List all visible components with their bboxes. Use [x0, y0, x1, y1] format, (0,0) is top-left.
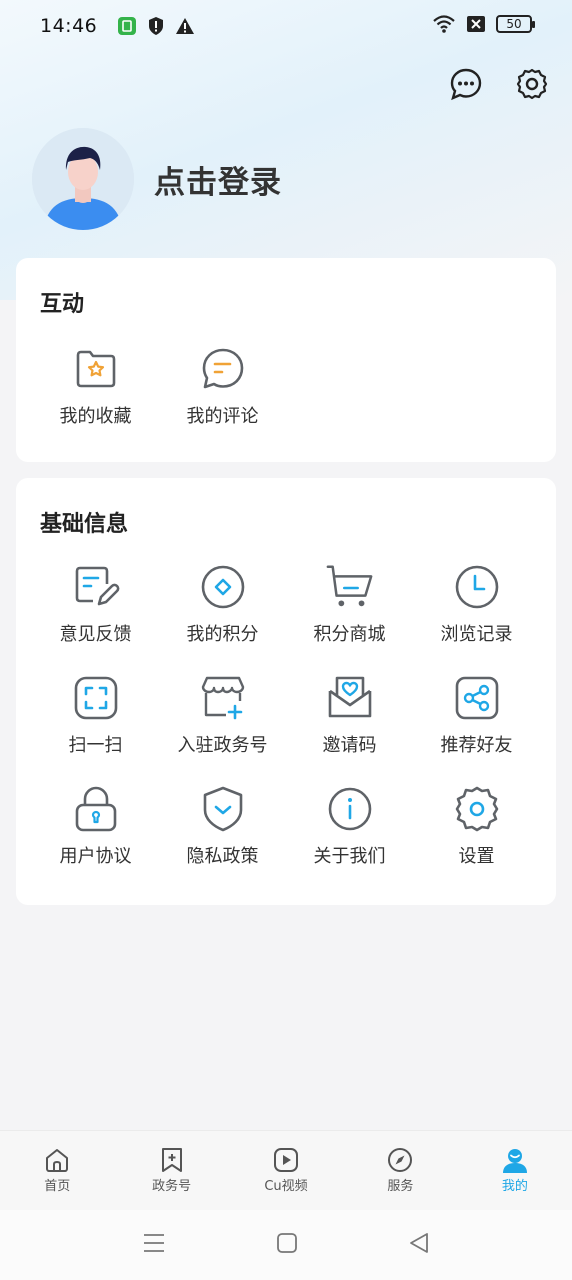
- share-icon: [452, 673, 502, 723]
- menu-item-label: 积分商城: [313, 624, 386, 645]
- menu-item-history[interactable]: 浏览记录: [413, 562, 540, 646]
- bottom-tab-bar: 首页 政务号 Cu视频 服务 我的: [0, 1130, 572, 1210]
- menu-item-label: 我的评论: [186, 406, 259, 427]
- menu-item-privacy-policy[interactable]: 隐私政策: [159, 784, 286, 868]
- points-icon: [198, 562, 248, 612]
- shield-alert-icon: [149, 17, 164, 35]
- home-button[interactable]: [276, 1232, 298, 1258]
- store-add-icon: [198, 673, 248, 723]
- interaction-card: 互动 我的收藏 我的评论: [16, 258, 556, 462]
- menu-item-recommend-friends[interactable]: 推荐好友: [413, 673, 540, 757]
- tab-label: 首页: [44, 1179, 71, 1194]
- lock-icon: [71, 784, 121, 834]
- menu-item-settings[interactable]: 设置: [413, 784, 540, 868]
- menu-item-label: 意见反馈: [59, 624, 132, 645]
- menu-item-label: 浏览记录: [440, 624, 513, 645]
- bookmark-plus-icon: [161, 1148, 182, 1172]
- menu-item-about-us[interactable]: 关于我们: [286, 784, 413, 868]
- menu-lines-icon: [144, 1234, 164, 1252]
- header-actions: [448, 66, 550, 102]
- sim-blocked-icon: [467, 16, 485, 32]
- message-button[interactable]: [448, 66, 484, 102]
- shield-check-icon: [198, 784, 248, 834]
- home-icon: [46, 1149, 69, 1172]
- compass-icon: [388, 1148, 413, 1172]
- menu-item-invite-code[interactable]: 邀请码: [286, 673, 413, 757]
- menu-item-favorites[interactable]: 我的收藏: [32, 344, 159, 428]
- menu-item-points-mall[interactable]: 积分商城: [286, 562, 413, 646]
- tab-home[interactable]: 首页: [0, 1131, 114, 1210]
- basic-info-card: 基础信息 意见反馈 我的积分 积分商城 浏览记录 扫一扫 入驻政务号 邀请码 推…: [16, 478, 556, 905]
- warning-icon: [176, 18, 195, 34]
- menu-item-label: 用户协议: [59, 846, 132, 867]
- back-button[interactable]: [408, 1232, 430, 1258]
- comment-icon: [198, 344, 248, 394]
- gear-icon: [452, 784, 502, 834]
- profile-header[interactable]: 点击登录: [32, 128, 282, 230]
- recent-apps-button[interactable]: [142, 1232, 166, 1258]
- shopping-cart-icon: [325, 562, 375, 612]
- menu-item-label: 我的收藏: [59, 406, 132, 427]
- settings-button[interactable]: [514, 66, 550, 102]
- scan-icon: [71, 673, 121, 723]
- battery-indicator: 50: [496, 15, 535, 33]
- interaction-section-title: 互动: [40, 292, 85, 317]
- menu-item-label: 隐私政策: [186, 846, 259, 867]
- menu-item-label: 设置: [458, 846, 495, 867]
- tab-label: Cu视频: [264, 1179, 308, 1194]
- menu-item-comments[interactable]: 我的评论: [159, 344, 286, 428]
- tab-label: 政务号: [152, 1179, 192, 1194]
- tab-government-accounts[interactable]: 政务号: [114, 1131, 228, 1210]
- status-bar: 14:46 50: [0, 0, 572, 52]
- invite-envelope-icon: [325, 673, 375, 723]
- tab-cu-video[interactable]: Cu视频: [229, 1131, 343, 1210]
- menu-item-label: 邀请码: [322, 735, 377, 756]
- menu-item-label: 入驻政务号: [177, 735, 268, 756]
- status-notification-icons: [117, 16, 195, 36]
- menu-item-points[interactable]: 我的积分: [159, 562, 286, 646]
- menu-item-scan[interactable]: 扫一扫: [32, 673, 159, 757]
- menu-item-label: 推荐好友: [440, 735, 513, 756]
- clock-icon: [452, 562, 502, 612]
- wifi-icon: [433, 15, 455, 33]
- menu-item-register-account[interactable]: 入驻政务号: [159, 673, 286, 757]
- avatar[interactable]: [32, 128, 134, 230]
- tab-label: 我的: [501, 1179, 528, 1194]
- basic-info-section-title: 基础信息: [40, 512, 129, 537]
- status-time: 14:46: [40, 15, 98, 37]
- gear-icon: [516, 68, 548, 100]
- video-play-icon: [274, 1148, 299, 1172]
- menu-item-label: 扫一扫: [68, 735, 123, 756]
- system-navigation-bar: [0, 1210, 572, 1280]
- tab-mine[interactable]: 我的: [458, 1131, 572, 1210]
- menu-item-label: 关于我们: [313, 846, 386, 867]
- square-icon: [277, 1233, 297, 1253]
- chat-bubble-icon: [450, 68, 482, 101]
- info-icon: [325, 784, 375, 834]
- menu-item-feedback[interactable]: 意见反馈: [32, 562, 159, 646]
- tab-label: 服务: [387, 1179, 414, 1194]
- favorites-folder-icon: [71, 344, 121, 394]
- feedback-icon: [71, 562, 121, 612]
- menu-item-user-agreement[interactable]: 用户协议: [32, 784, 159, 868]
- user-icon: [502, 1149, 527, 1173]
- login-prompt[interactable]: 点击登录: [154, 157, 282, 202]
- back-triangle-icon: [410, 1233, 428, 1253]
- app-notification-icon: [118, 17, 137, 35]
- status-system-icons: 50: [432, 14, 535, 34]
- default-avatar-icon: [32, 128, 134, 230]
- menu-item-label: 我的积分: [186, 624, 259, 645]
- tab-services[interactable]: 服务: [343, 1131, 457, 1210]
